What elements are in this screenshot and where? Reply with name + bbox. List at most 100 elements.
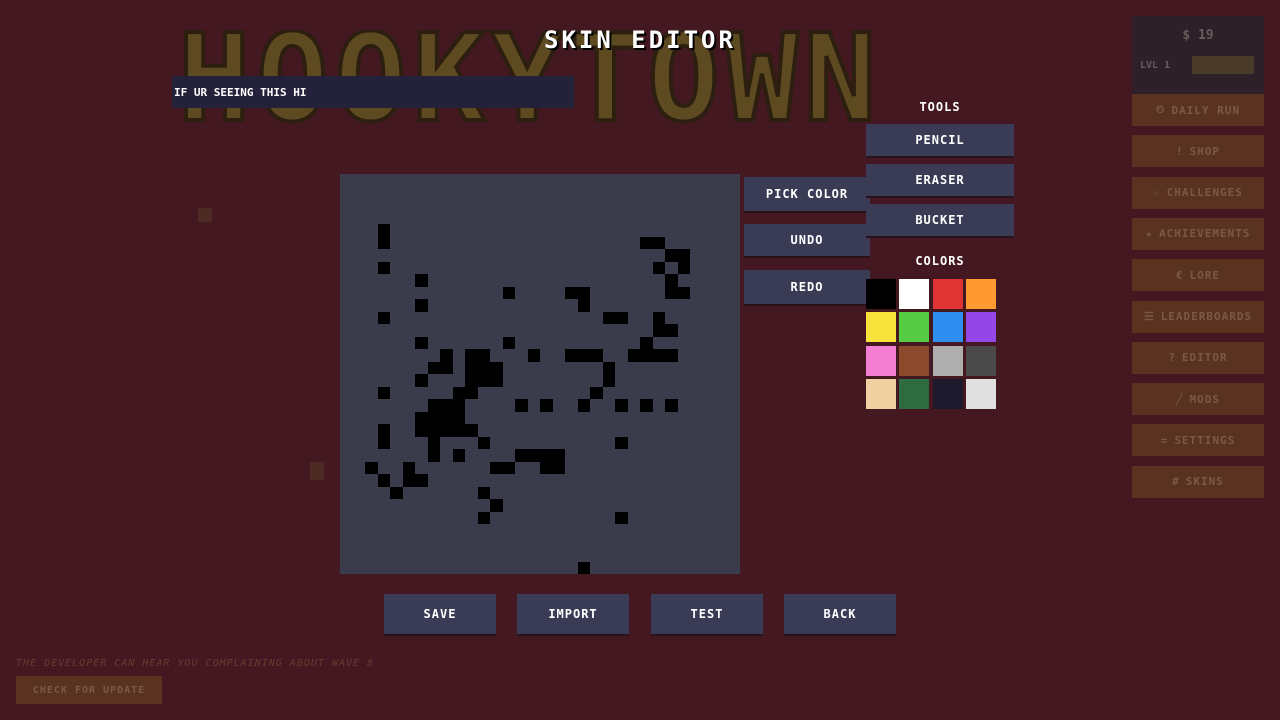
color-swatch[interactable] — [965, 345, 996, 376]
canvas-pixel[interactable] — [377, 424, 390, 437]
menu-item-leaderboards[interactable]: ☰ LEADERBOARDS — [1132, 300, 1264, 333]
canvas-pixel[interactable] — [665, 349, 678, 362]
back-button[interactable]: BACK — [784, 594, 896, 634]
canvas-pixel[interactable] — [615, 399, 628, 412]
canvas-pixel[interactable] — [452, 386, 465, 399]
canvas-pixel[interactable] — [477, 349, 490, 362]
test-button[interactable]: TEST — [651, 594, 763, 634]
canvas-pixel[interactable] — [540, 399, 553, 412]
canvas-pixel[interactable] — [640, 349, 653, 362]
canvas-pixel[interactable] — [377, 436, 390, 449]
color-swatch[interactable] — [899, 312, 930, 343]
bucket-tool-button[interactable]: BUCKET — [866, 204, 1014, 236]
pixel-canvas[interactable] — [340, 174, 740, 574]
canvas-pixel[interactable] — [490, 361, 503, 374]
canvas-pixel[interactable] — [440, 399, 453, 412]
canvas-pixel[interactable] — [577, 349, 590, 362]
canvas-pixel[interactable] — [415, 274, 428, 287]
canvas-pixel[interactable] — [427, 411, 440, 424]
undo-button[interactable]: UNDO — [744, 224, 870, 256]
canvas-pixel[interactable] — [452, 424, 465, 437]
canvas-pixel[interactable] — [477, 486, 490, 499]
canvas-pixel[interactable] — [602, 311, 615, 324]
color-swatch[interactable] — [866, 312, 896, 343]
canvas-pixel[interactable] — [477, 436, 490, 449]
canvas-pixel[interactable] — [565, 286, 578, 299]
canvas-pixel[interactable] — [577, 561, 590, 574]
canvas-pixel[interactable] — [515, 449, 528, 462]
menu-item-editor[interactable]: ? EDITOR — [1132, 341, 1264, 374]
canvas-pixel[interactable] — [615, 511, 628, 524]
canvas-pixel[interactable] — [415, 411, 428, 424]
color-swatch[interactable] — [866, 378, 896, 409]
canvas-pixel[interactable] — [502, 336, 515, 349]
canvas-pixel[interactable] — [440, 411, 453, 424]
canvas-pixel[interactable] — [652, 349, 665, 362]
canvas-pixel[interactable] — [377, 474, 390, 487]
canvas-pixel[interactable] — [652, 236, 665, 249]
menu-item-daily-run[interactable]: ⏲ DAILY RUN — [1132, 94, 1264, 126]
canvas-pixel[interactable] — [602, 361, 615, 374]
canvas-pixel[interactable] — [477, 361, 490, 374]
canvas-pixel[interactable] — [615, 311, 628, 324]
color-swatch[interactable] — [932, 345, 963, 376]
canvas-pixel[interactable] — [415, 374, 428, 387]
canvas-pixel[interactable] — [365, 461, 378, 474]
canvas-pixel[interactable] — [652, 324, 665, 337]
canvas-pixel[interactable] — [402, 474, 415, 487]
canvas-pixel[interactable] — [490, 499, 503, 512]
canvas-pixel[interactable] — [640, 399, 653, 412]
canvas-pixel[interactable] — [540, 449, 553, 462]
menu-item-settings[interactable]: = SETTINGS — [1132, 424, 1264, 457]
save-button[interactable]: SAVE — [384, 594, 496, 634]
color-swatch[interactable] — [932, 279, 963, 309]
canvas-pixel[interactable] — [665, 399, 678, 412]
canvas-pixel[interactable] — [415, 336, 428, 349]
color-swatch[interactable] — [899, 279, 930, 309]
canvas-pixel[interactable] — [665, 324, 678, 337]
canvas-pixel[interactable] — [465, 361, 478, 374]
canvas-pixel[interactable] — [427, 361, 440, 374]
canvas-pixel[interactable] — [452, 399, 465, 412]
canvas-pixel[interactable] — [602, 374, 615, 387]
menu-item-achievements[interactable]: ★ ACHIEVEMENTS — [1132, 217, 1264, 250]
canvas-pixel[interactable] — [665, 249, 678, 262]
import-button[interactable]: IMPORT — [517, 594, 629, 634]
check-for-update-button[interactable]: CHECK FOR UPDATE — [16, 676, 162, 704]
canvas-pixel[interactable] — [590, 386, 603, 399]
canvas-pixel[interactable] — [377, 224, 390, 237]
canvas-pixel[interactable] — [490, 374, 503, 387]
color-swatch[interactable] — [866, 279, 896, 309]
canvas-pixel[interactable] — [577, 286, 590, 299]
canvas-pixel[interactable] — [627, 349, 640, 362]
canvas-pixel[interactable] — [440, 424, 453, 437]
canvas-pixel[interactable] — [477, 511, 490, 524]
canvas-pixel[interactable] — [677, 286, 690, 299]
canvas-pixel[interactable] — [527, 349, 540, 362]
canvas-pixel[interactable] — [652, 261, 665, 274]
canvas-pixel[interactable] — [415, 424, 428, 437]
pick-color-button[interactable]: PICK COLOR — [744, 177, 870, 211]
canvas-pixel[interactable] — [377, 261, 390, 274]
canvas-pixel[interactable] — [552, 449, 565, 462]
canvas-pixel[interactable] — [427, 424, 440, 437]
menu-item-challenges[interactable]: ☉ CHALLENGES — [1132, 176, 1264, 209]
canvas-pixel[interactable] — [502, 461, 515, 474]
canvas-pixel[interactable] — [440, 361, 453, 374]
canvas-pixel[interactable] — [577, 399, 590, 412]
canvas-pixel[interactable] — [465, 349, 478, 362]
canvas-pixel[interactable] — [452, 411, 465, 424]
canvas-pixel[interactable] — [565, 349, 578, 362]
canvas-pixel[interactable] — [552, 461, 565, 474]
color-swatch[interactable] — [899, 378, 930, 409]
pencil-tool-button[interactable]: PENCIL — [866, 124, 1014, 156]
color-swatch[interactable] — [932, 312, 963, 343]
canvas-pixel[interactable] — [527, 449, 540, 462]
canvas-pixel[interactable] — [515, 399, 528, 412]
canvas-pixel[interactable] — [677, 249, 690, 262]
color-swatch[interactable] — [932, 378, 963, 409]
canvas-pixel[interactable] — [665, 286, 678, 299]
color-swatch[interactable] — [899, 345, 930, 376]
canvas-pixel[interactable] — [377, 386, 390, 399]
canvas-pixel[interactable] — [490, 461, 503, 474]
